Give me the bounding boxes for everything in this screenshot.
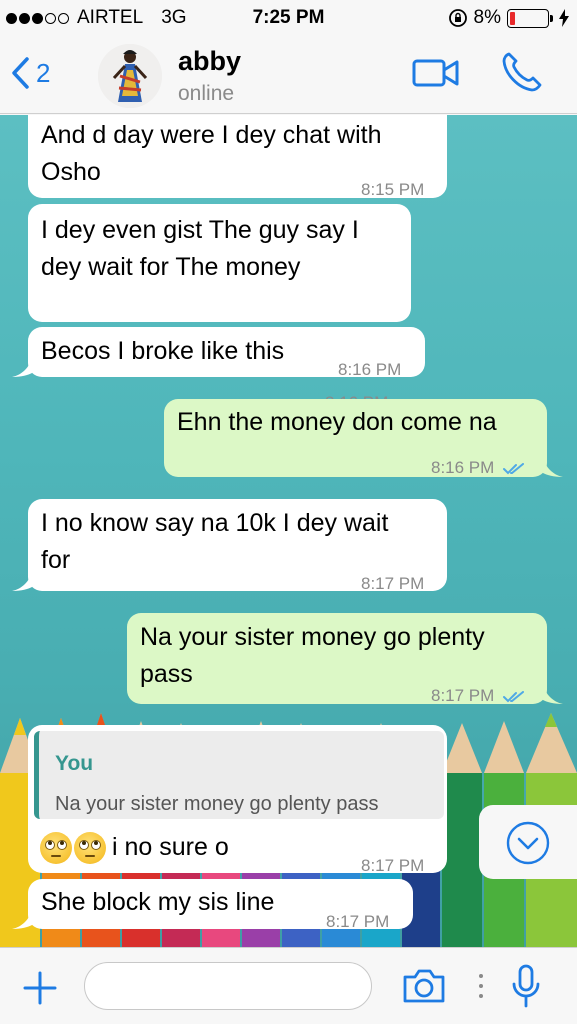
message-time: 8:15 PM	[361, 180, 425, 199]
chat-header: 2 abby online	[0, 36, 577, 114]
chat-messages[interactable]: And d day were I dey chat with Osho 8:15…	[0, 115, 577, 947]
message-incoming-reply[interactable]: You Na your sister money go plenty pass …	[28, 725, 447, 875]
bubble-tail	[12, 571, 32, 591]
chevron-down-circle-icon	[506, 821, 550, 865]
message-text: She block my sis line	[41, 888, 275, 916]
bubble-tail	[12, 357, 32, 377]
message-text: And d day were I dey chat with	[41, 121, 382, 149]
message-text: I no know say na 10k I dey wait	[41, 509, 389, 537]
message-time: 8:17 PM	[361, 574, 425, 593]
plus-icon	[23, 971, 57, 1005]
message-time: 8:16 PM	[431, 458, 495, 477]
message-outgoing[interactable]: Na your sister money go plenty pass 8:17…	[127, 613, 563, 705]
message-incoming[interactable]: Becos I broke like this 8:16 PM	[12, 327, 425, 379]
back-button[interactable]: 2	[10, 56, 50, 90]
message-incoming[interactable]: I dey even gist The guy say I dey wait f…	[28, 204, 411, 412]
battery-icon	[507, 8, 553, 28]
microphone-icon	[512, 964, 540, 1008]
camera-button[interactable]	[402, 968, 446, 1009]
message-text: i no sure o	[112, 833, 229, 861]
message-text: for	[41, 546, 71, 574]
face-with-rolling-eyes-icon	[74, 831, 106, 864]
message-text: I dey even gist The guy say I	[41, 216, 359, 244]
message-input[interactable]	[84, 962, 372, 1010]
message-text: dey wait for The money	[41, 253, 301, 281]
chevron-left-icon	[12, 57, 29, 89]
message-text: Ehn the money don come na	[177, 408, 497, 436]
contact-avatar[interactable]	[98, 44, 162, 108]
message-incoming[interactable]: And d day were I dey chat with Osho 8:15…	[28, 115, 447, 199]
message-incoming[interactable]: I no know say na 10k I dey wait for 8:17…	[12, 499, 447, 593]
message-time: 8:17 PM	[431, 686, 495, 705]
charging-bolt-icon	[559, 9, 569, 27]
quoted-message[interactable]: You Na your sister money go plenty pass	[34, 731, 444, 819]
battery-percent: 8%	[473, 7, 501, 28]
message-outgoing[interactable]: Ehn the money don come na 8:16 PM	[164, 399, 563, 477]
status-right: 8%	[448, 7, 569, 29]
bubble-tail	[12, 909, 32, 929]
message-text: Becos I broke like this	[41, 337, 285, 365]
message-text: Osho	[41, 158, 101, 186]
scroll-to-bottom-button[interactable]	[479, 805, 577, 879]
status-bar: AIRTEL 3G 7:25 PM 8%	[0, 0, 577, 36]
quote-text: Na your sister money go plenty pass	[55, 793, 379, 815]
voice-message-button[interactable]	[510, 964, 542, 1013]
attach-button[interactable]	[22, 970, 58, 1011]
message-incoming[interactable]: She block my sis line 8:17 PM	[12, 879, 413, 931]
camera-icon	[403, 969, 445, 1003]
phone-icon	[502, 52, 542, 92]
more-dots-icon[interactable]	[478, 974, 484, 1000]
double-check-read-icon	[503, 690, 525, 702]
double-check-read-icon	[503, 462, 525, 474]
message-time: 8:17 PM	[326, 912, 390, 931]
video-camera-icon	[412, 59, 459, 87]
message-time: 8:16 PM	[338, 360, 402, 379]
voice-call-button[interactable]	[500, 50, 544, 99]
contact-name[interactable]: abby	[178, 46, 241, 77]
contact-status: online	[178, 82, 235, 105]
bubble-tail	[543, 457, 563, 477]
quote-author: You	[55, 752, 94, 775]
unread-chats-count: 2	[36, 57, 51, 88]
face-with-rolling-eyes-icon	[40, 831, 72, 864]
bubble-tail	[543, 684, 563, 704]
video-call-button[interactable]	[412, 58, 460, 93]
message-composer	[0, 947, 577, 1024]
message-text: Na your sister money go plenty	[140, 623, 485, 651]
orientation-lock-icon	[448, 9, 467, 27]
